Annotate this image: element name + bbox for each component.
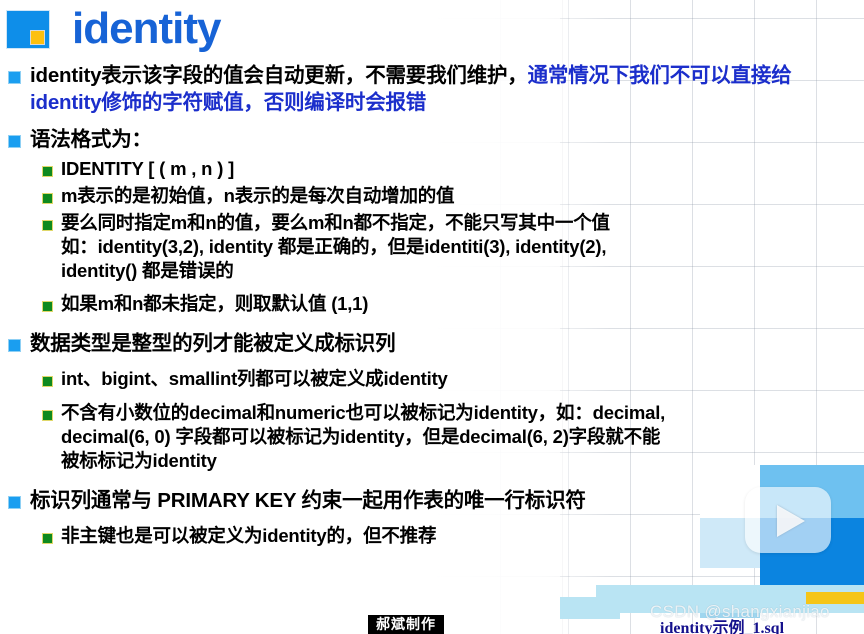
sub-bullet-text: 要么同时指定m和n的值，要么m和n都不指定，不能只写其中一个值 如：identi…: [61, 211, 610, 283]
sub-bullet-square-icon: [42, 409, 53, 421]
sub-bullet-mn-meaning: m表示的是初始值，n表示的是每次自动增加的值: [0, 184, 864, 208]
bullet-text: identity表示该字段的值会自动更新，不需要我们维护，通常情况下我们不可以直…: [30, 62, 858, 116]
slide-body: identity表示该字段的值会自动更新，不需要我们维护，通常情况下我们不可以直…: [0, 62, 864, 551]
bullet-square-icon: [8, 135, 21, 149]
sub-bullet-square-icon: [42, 166, 53, 178]
sub-bullet-square-icon: [42, 301, 53, 313]
sub-bullet-text: m表示的是初始值，n表示的是每次自动增加的值: [61, 185, 455, 207]
sub-bullet-mn-rules: 要么同时指定m和n的值，要么m和n都不指定，不能只写其中一个值 如：identi…: [0, 211, 864, 283]
sub-bullet-line-1: 要么同时指定m和n的值，要么m和n都不指定，不能只写其中一个值: [61, 212, 610, 234]
bullet-item-primary-key: 标识列通常与 PRIMARY KEY 约束一起用作表的唯一行标识符: [0, 487, 864, 514]
page-title: identity: [72, 4, 221, 53]
sub-bullet-line-2: 如：identity(3,2), identity 都是正确的，但是identi…: [61, 236, 607, 258]
bullet-square-icon: [8, 495, 21, 509]
bullet-square-icon: [8, 339, 21, 353]
sub-bullet-square-icon: [42, 220, 53, 232]
sub-bullet-text: 非主键也是可以被定义为identity的，但不推荐: [61, 524, 437, 546]
bullet-text-black: identity表示该字段的值会自动更新，不需要我们维护，: [30, 64, 528, 87]
sub-bullet-non-primary-key: 非主键也是可以被定义为identity的，但不推荐: [0, 524, 864, 548]
sub-bullet-text: 不含有小数位的decimal和numeric也可以被标记为identity，如：…: [61, 401, 665, 473]
sql-file-label: identity示例_1.sql: [660, 620, 785, 634]
bullet-text: 标识列通常与 PRIMARY KEY 约束一起用作表的唯一行标识符: [30, 488, 586, 512]
sub-bullet-text: IDENTITY [ ( m , n ) ]: [61, 158, 235, 180]
sub-bullet-square-icon: [42, 193, 53, 205]
bullet-text: 语法格式为：: [30, 128, 152, 152]
sub-bullet-int-types: int、bigint、smallint列都可以被定义成identity: [0, 367, 864, 391]
bullet-square-icon: [8, 71, 21, 84]
sub-bullet-square-icon: [42, 532, 53, 544]
sub-bullet-line-2: decimal(6, 0) 字段都可以被标记为identity，但是decima…: [61, 425, 661, 447]
sub-bullet-identity-signature: IDENTITY [ ( m , n ) ]: [0, 157, 864, 181]
sub-bullet-square-icon: [42, 376, 53, 388]
decor-bar-cyan-left: [560, 597, 620, 619]
sub-bullet-line-3: 被标标记为identity: [61, 449, 217, 471]
bullet-text: 数据类型是整型的列才能被定义成标识列: [30, 332, 396, 356]
sub-bullet-text: int、bigint、smallint列都可以被定义成identity: [61, 368, 448, 390]
slide-logo-icon: [6, 9, 50, 49]
sub-bullet-line-1: 不含有小数位的decimal和numeric也可以被标记为identity，如：…: [61, 401, 666, 423]
sub-bullet-text: 如果m和n都未指定，则取默认值 (1,1): [61, 293, 369, 315]
bullet-item-identity-desc: identity表示该字段的值会自动更新，不需要我们维护，通常情况下我们不可以直…: [0, 62, 864, 116]
bullet-item-syntax: 语法格式为：: [0, 126, 864, 153]
slide-title-row: identity: [0, 0, 221, 58]
bullet-item-integer-types: 数据类型是整型的列才能被定义成标识列: [0, 330, 864, 357]
sub-bullet-decimal-numeric: 不含有小数位的decimal和numeric也可以被标记为identity，如：…: [0, 401, 864, 473]
sub-bullet-default-value: 如果m和n都未指定，则取默认值 (1,1): [0, 292, 864, 316]
slide-logo-accent-square: [30, 29, 45, 45]
sub-bullet-line-3: identity() 都是错误的: [61, 260, 234, 282]
maker-credit-badge: 郝斌制作: [368, 615, 444, 634]
presentation-slide: identity identity表示该字段的值会自动更新，不需要我们维护，通常…: [0, 0, 864, 634]
